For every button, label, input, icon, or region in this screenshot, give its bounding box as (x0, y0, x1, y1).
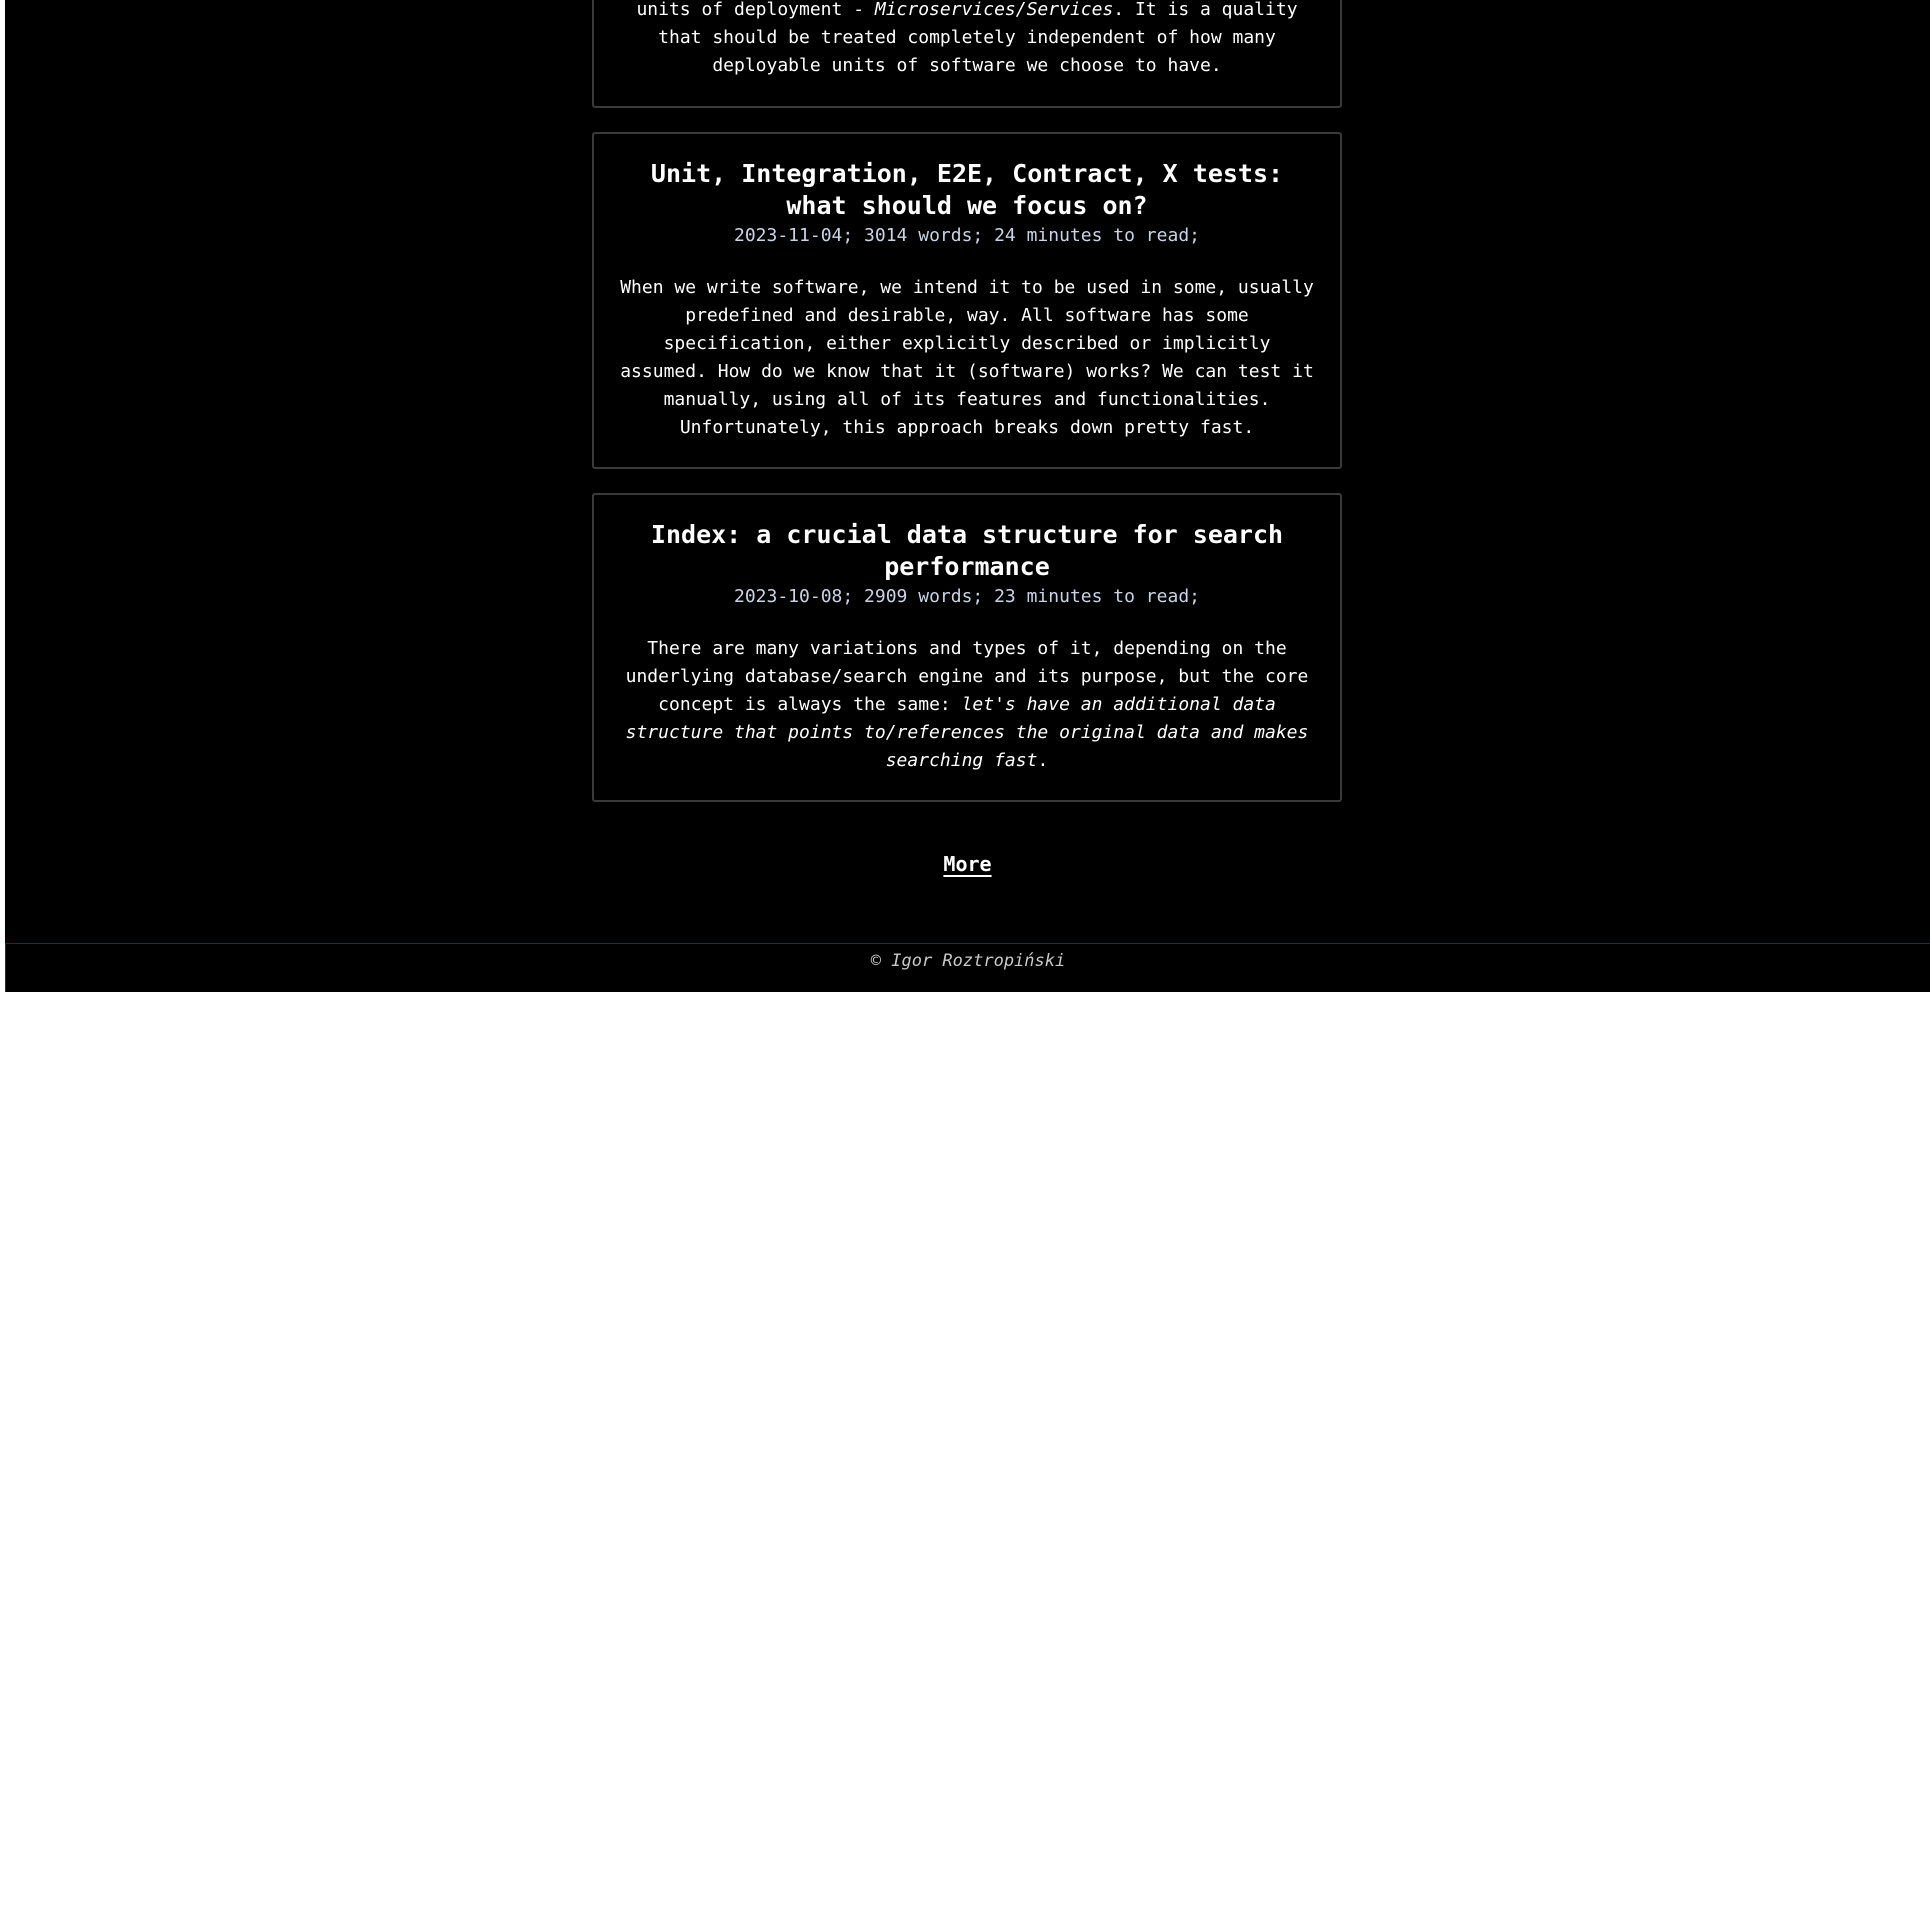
excerpt-line: structure that points to/references the … (625, 722, 1309, 743)
excerpt-line: manually, using all of its features and … (663, 389, 1271, 410)
post-title-link[interactable]: Unit, Integration, E2E, Contract, X test… (594, 158, 1340, 222)
excerpt-line: units of deployment - Microservices/Serv… (636, 0, 1298, 20)
excerpt-line: When we write software, we intend it to … (620, 277, 1314, 298)
post-excerpt: units of deployment - Microservices/Serv… (594, 0, 1340, 80)
copyright-text: © Igor Roztropiński (870, 951, 1066, 971)
excerpt-line: underlying database/search engine and it… (625, 666, 1309, 687)
post-excerpt: When we write software, we intend it to … (594, 274, 1340, 442)
post-meta: 2023-10-08; 2909 words; 23 minutes to re… (734, 586, 1200, 607)
post-title-link[interactable]: Index: a crucial data structure for sear… (594, 519, 1340, 583)
post-excerpt: There are many variations and types of i… (594, 635, 1340, 775)
post-card[interactable]: Unit, Integration, E2E, Contract, X test… (592, 132, 1342, 469)
post-meta: 2023-11-04; 3014 words; 24 minutes to re… (734, 225, 1200, 246)
excerpt-line: There are many variations and types of i… (647, 638, 1287, 659)
excerpt-line: specification, either explicitly describ… (663, 333, 1271, 354)
excerpt-line: that should be treated completely indepe… (658, 27, 1276, 48)
excerpt-line: predefined and desirable, way. All softw… (685, 305, 1249, 326)
excerpt-line: concept is always the same: let's have a… (658, 694, 1276, 715)
excerpt-line: Unfortunately, this approach breaks down… (679, 417, 1255, 438)
post-card[interactable]: Index: a crucial data structure for sear… (592, 493, 1342, 802)
more-link[interactable]: More (5, 850, 1930, 878)
site-footer: © Igor Roztropiński (5, 943, 1930, 992)
excerpt-line: deployable units of software we choose t… (712, 55, 1222, 76)
excerpt-line: assumed. How do we know that it (softwar… (620, 361, 1314, 382)
page-body: units of deployment - Microservices/Serv… (5, 0, 1930, 992)
excerpt-line: searching fast. (885, 750, 1049, 771)
post-card[interactable]: units of deployment - Microservices/Serv… (592, 0, 1342, 108)
